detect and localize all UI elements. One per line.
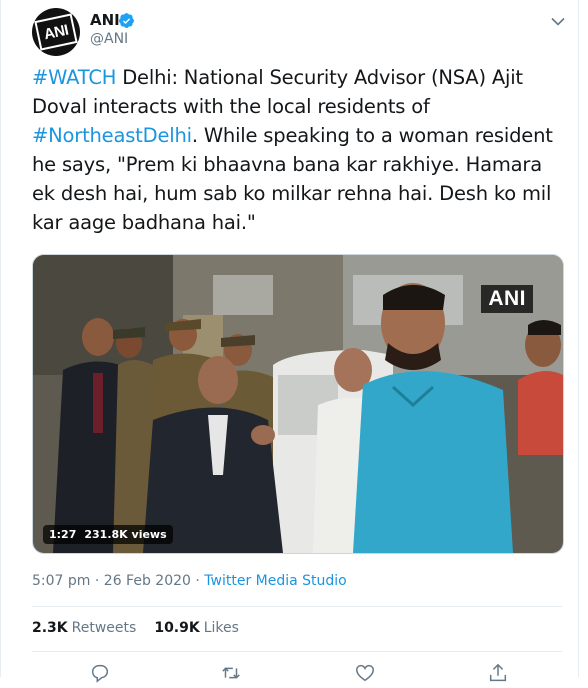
tweet-source-link[interactable]: Twitter Media Studio <box>204 573 346 589</box>
tweet-time[interactable]: 5:07 pm <box>32 573 90 589</box>
tweet-meta: 5:07 pm · 26 Feb 2020 · Twitter Media St… <box>32 573 347 589</box>
tweet-text: #WATCH Delhi: National Security Advisor … <box>32 63 562 237</box>
video-duration: 1:27 <box>49 528 77 541</box>
chevron-down-icon <box>551 17 565 26</box>
video-views: 231.8K views <box>84 528 167 541</box>
avatar[interactable]: ANI <box>32 8 80 56</box>
user-handle[interactable]: @ANI <box>90 31 128 47</box>
share-icon <box>489 663 507 682</box>
likes-count: 10.9K <box>154 620 200 636</box>
ani-watermark: ANI <box>481 285 533 313</box>
verified-badge-icon <box>119 13 134 28</box>
divider-bottom <box>32 651 562 652</box>
more-options-button[interactable] <box>548 11 568 31</box>
avatar-logo-text: ANI <box>42 21 70 43</box>
hashtag-watch-link[interactable]: #WATCH <box>32 66 116 89</box>
video-player[interactable]: ANI 1:27 231.8K views <box>32 254 564 554</box>
column-border-left <box>0 0 1 677</box>
share-button[interactable] <box>487 662 509 684</box>
retweet-icon <box>222 667 240 679</box>
tweet-date[interactable]: 26 Feb 2020 <box>104 573 191 589</box>
retweets-count: 2.3K <box>32 620 68 636</box>
hashtag-northeastdelhi-link[interactable]: #NortheastDelhi <box>32 124 192 147</box>
display-name[interactable]: ANI <box>90 11 120 29</box>
like-button[interactable] <box>354 662 376 684</box>
meta-separator: · <box>190 573 205 589</box>
column-border-right <box>578 0 579 677</box>
meta-separator: · <box>90 573 104 589</box>
retweets-stat[interactable]: 2.3K Retweets <box>32 620 136 636</box>
action-bar <box>32 662 562 684</box>
engagement-stats: 2.3K Retweets 10.9K Likes <box>32 620 239 636</box>
retweet-button[interactable] <box>220 662 242 684</box>
likes-label: Likes <box>203 620 239 636</box>
like-icon <box>356 664 374 682</box>
retweets-label: Retweets <box>71 620 137 636</box>
video-stats-badge: 1:27 231.8K views <box>43 525 173 544</box>
likes-stat[interactable]: 10.9K Likes <box>154 620 239 636</box>
divider-top <box>32 606 562 607</box>
avatar-logo: ANI <box>34 13 78 51</box>
reply-button[interactable] <box>89 662 111 684</box>
reply-icon <box>91 664 109 683</box>
